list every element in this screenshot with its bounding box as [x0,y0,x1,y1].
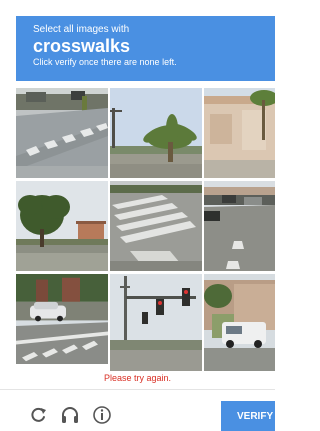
footer-divider [0,389,275,390]
target-object-label: crosswalks [33,36,131,56]
instruction-text: Select all images with [33,24,130,35]
reload-icon[interactable] [28,405,48,425]
image-tile-1[interactable] [16,88,108,178]
image-tile-4[interactable] [16,181,108,271]
image-tile-7[interactable] [16,274,108,364]
image-grid [16,88,275,371]
info-icon[interactable] [92,405,112,425]
image-tile-3[interactable] [204,88,275,178]
image-tile-6[interactable] [204,181,275,271]
captcha-header: Select all images with crosswalks Click … [16,16,275,81]
verify-button[interactable]: VERIFY [221,401,275,431]
instruction-subtext: Click verify once there are none left. [33,57,177,67]
image-tile-5[interactable] [110,181,202,271]
error-message: Please try again. [103,373,172,383]
headphones-icon[interactable] [60,405,80,425]
image-tile-9[interactable] [204,274,275,371]
image-tile-2[interactable] [110,88,202,178]
captcha-widget: Select all images with crosswalks Click … [0,0,275,431]
image-tile-8[interactable] [110,274,202,371]
